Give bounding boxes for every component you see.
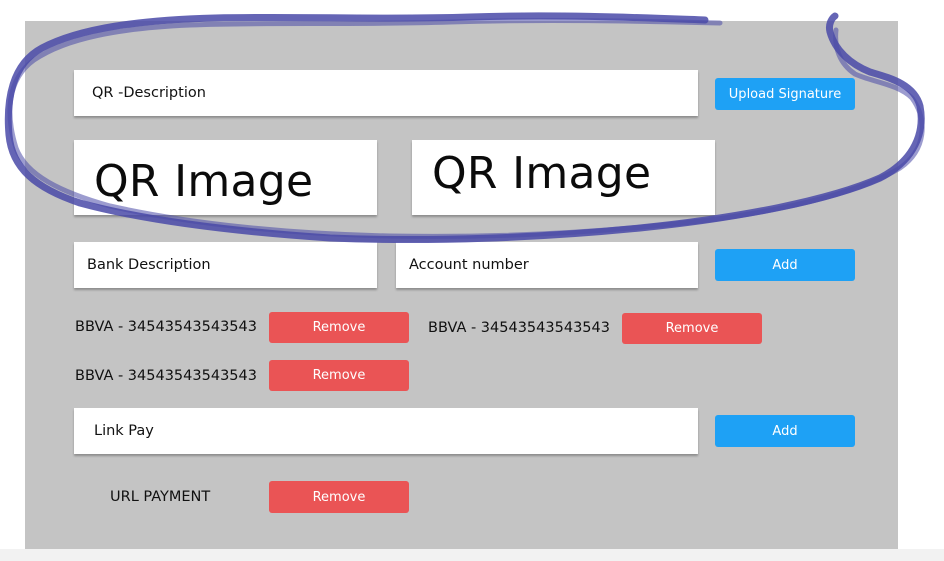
- bank-entry-2-text: BBVA - 34543543543543: [428, 320, 610, 336]
- add-link-pay-button[interactable]: Add: [715, 415, 855, 447]
- remove-url-payment-button[interactable]: Remove: [269, 481, 409, 513]
- upload-signature-label: Upload Signature: [728, 86, 842, 102]
- remove-bank-entry-1-button[interactable]: Remove: [269, 312, 409, 343]
- bank-description-field[interactable]: Bank Description: [74, 242, 377, 288]
- remove-bank-entry-2-label: Remove: [665, 321, 719, 336]
- footer-strip: [0, 549, 944, 561]
- add-bank-account-label: Add: [772, 257, 798, 273]
- remove-url-payment-label: Remove: [312, 489, 366, 505]
- account-number-text: Account number: [409, 256, 529, 273]
- remove-bank-entry-3-button[interactable]: Remove: [269, 360, 409, 391]
- qr-image-text-2: QR Image: [432, 147, 652, 199]
- upload-signature-button[interactable]: Upload Signature: [715, 78, 855, 110]
- url-payment-text: URL PAYMENT: [110, 489, 211, 505]
- bank-entry-1-text: BBVA - 34543543543543: [75, 319, 257, 335]
- qr-description-text: QR -Description: [92, 84, 206, 101]
- bank-entry-3-text: BBVA - 34543543543543: [75, 368, 257, 384]
- qr-description-field[interactable]: QR -Description: [74, 70, 698, 116]
- qr-image-placeholder-2[interactable]: QR Image: [412, 140, 715, 215]
- link-pay-field[interactable]: Link Pay: [74, 408, 698, 454]
- add-link-pay-label: Add: [772, 423, 798, 439]
- bank-description-text: Bank Description: [87, 256, 211, 273]
- qr-image-text-1: QR Image: [94, 155, 314, 207]
- remove-bank-entry-1-label: Remove: [312, 320, 366, 335]
- add-bank-account-button[interactable]: Add: [715, 249, 855, 281]
- link-pay-text: Link Pay: [94, 422, 154, 439]
- remove-bank-entry-2-button[interactable]: Remove: [622, 313, 762, 344]
- qr-image-placeholder-1[interactable]: QR Image: [74, 140, 377, 215]
- account-number-field[interactable]: Account number: [396, 242, 698, 288]
- remove-bank-entry-3-label: Remove: [312, 368, 366, 383]
